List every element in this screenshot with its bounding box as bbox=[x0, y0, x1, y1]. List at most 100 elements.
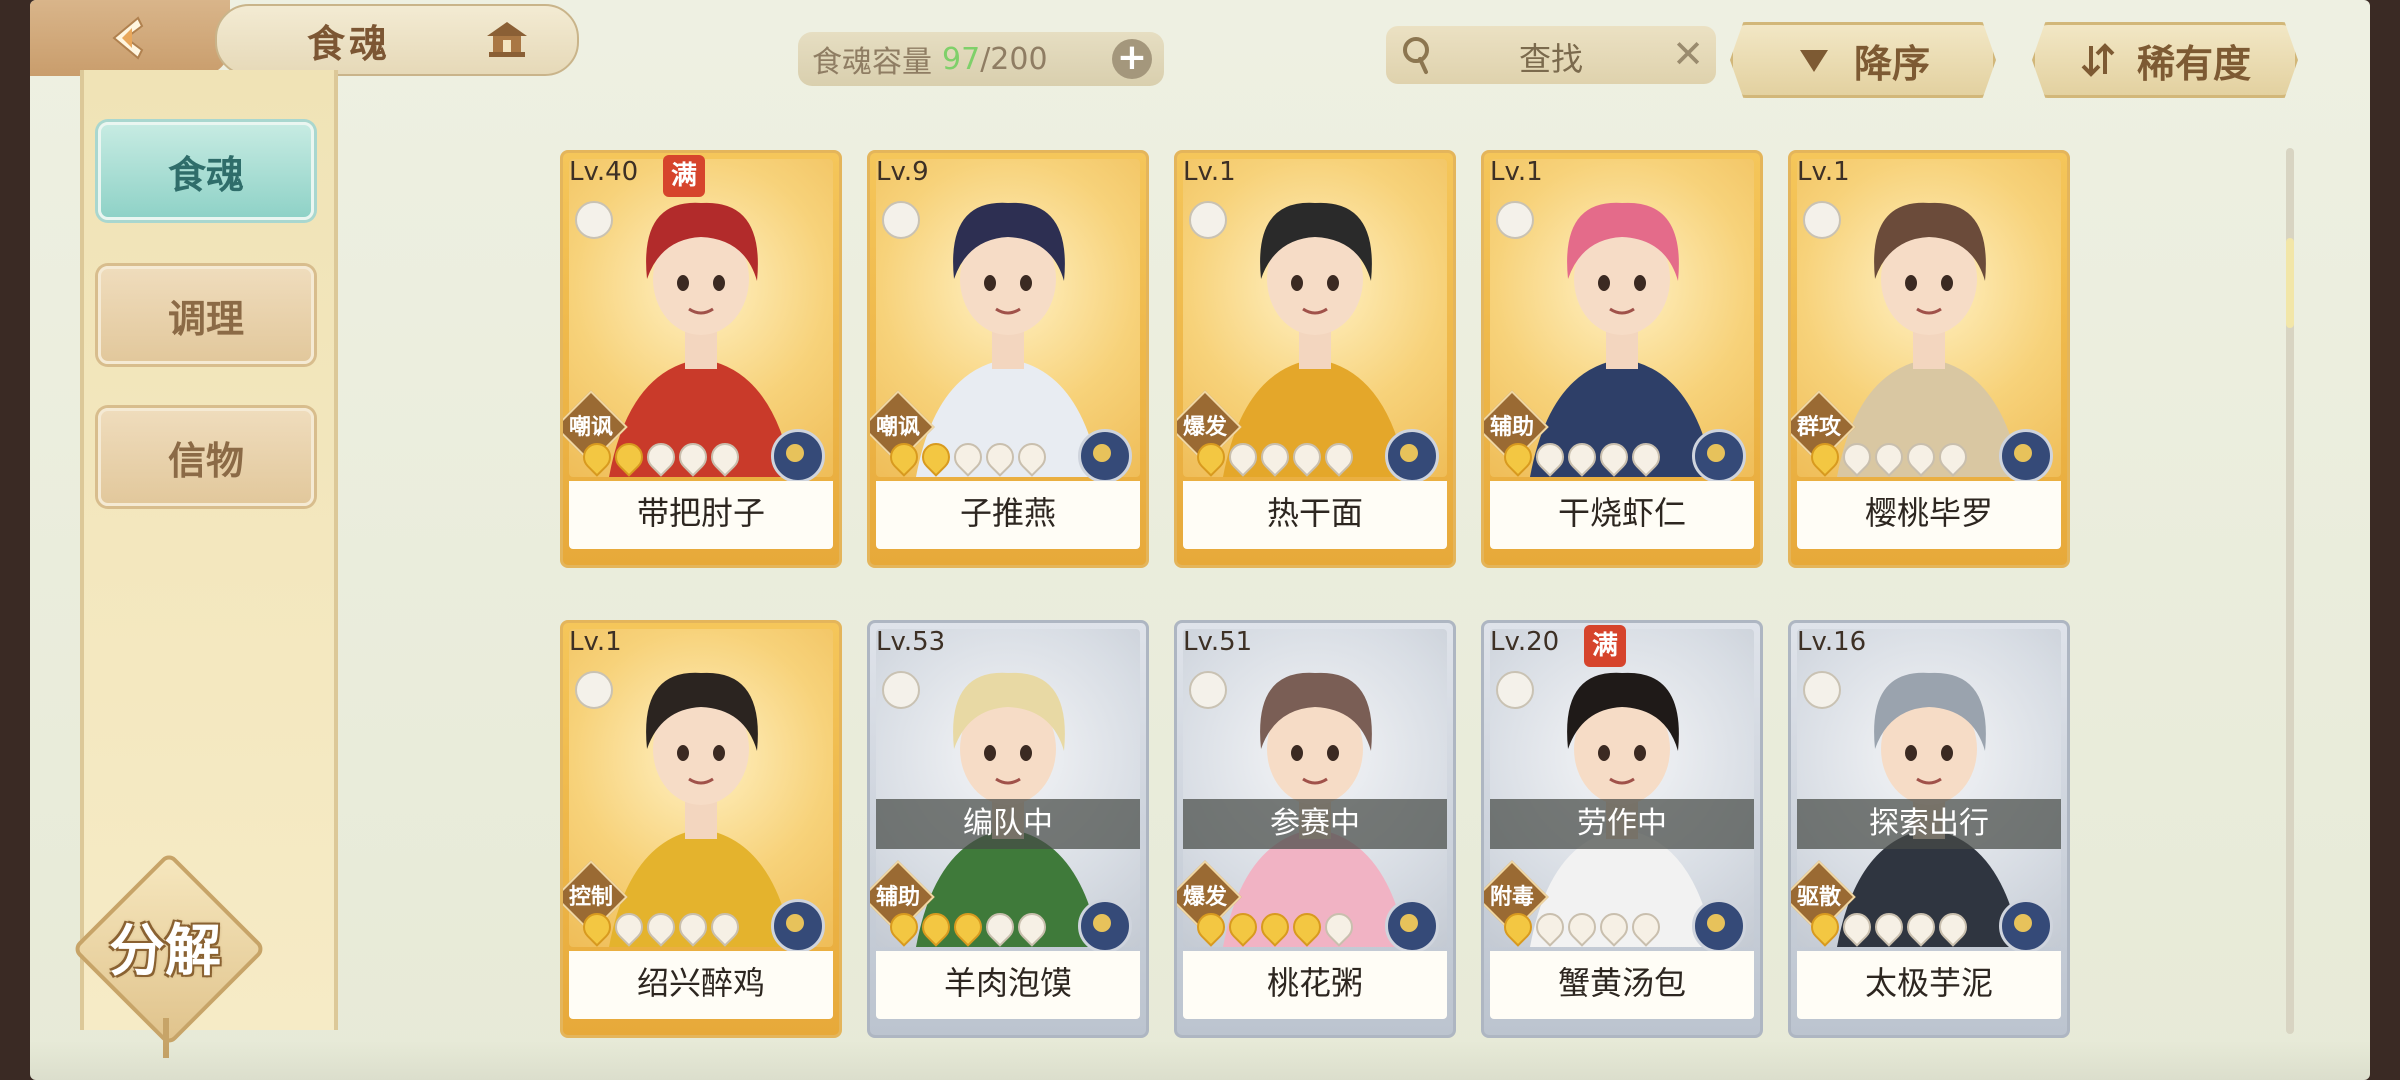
star-icon bbox=[948, 907, 988, 947]
sidebar-tab-tokens[interactable]: 信物 bbox=[98, 408, 314, 506]
star-rating bbox=[1805, 437, 1973, 477]
status-banner: 探索出行 bbox=[1797, 799, 2061, 849]
level-label: Lv.53 bbox=[876, 627, 946, 657]
food-soul-card[interactable]: Lv.1 群攻 樱桃毕罗 bbox=[1788, 150, 2070, 568]
capacity-panel: 食魂容量 97 /200 + bbox=[798, 32, 1164, 86]
star-icon bbox=[1255, 437, 1295, 477]
star-icon bbox=[1837, 907, 1877, 947]
role-label: 爆发 bbox=[1182, 415, 1227, 440]
food-soul-card[interactable]: Lv.20 满劳作中 附毒 蟹黄汤包 bbox=[1481, 620, 1763, 1038]
star-rating bbox=[884, 907, 1052, 947]
star-icon bbox=[705, 907, 745, 947]
star-icon bbox=[980, 907, 1020, 947]
star-icon bbox=[916, 907, 956, 947]
level-label: Lv.40 bbox=[569, 157, 639, 187]
plus-icon: + bbox=[1116, 37, 1148, 78]
star-rating bbox=[1805, 907, 1973, 947]
clear-search-icon[interactable]: ✕ bbox=[1672, 32, 1704, 76]
sidebar-tab-cooking[interactable]: 调理 bbox=[98, 266, 314, 364]
star-icon bbox=[641, 437, 681, 477]
title-tab: 食魂 bbox=[215, 4, 579, 76]
food-soul-card[interactable]: Lv.53 编队中 辅助 羊肉泡馍 bbox=[867, 620, 1149, 1038]
element-emblem-icon bbox=[1999, 899, 2053, 953]
decompose-label[interactable]: 分解 bbox=[80, 906, 250, 987]
sort-order-button[interactable]: 降序 bbox=[1730, 22, 1996, 98]
search-bar[interactable]: 查找 ✕ bbox=[1386, 26, 1716, 84]
character-name: 蟹黄汤包 bbox=[1490, 951, 1754, 1019]
sort-order-label: 降序 bbox=[1853, 41, 1930, 86]
element-emblem-icon bbox=[1692, 899, 1746, 953]
element-emblem-icon bbox=[1692, 429, 1746, 483]
level-label: Lv.1 bbox=[1797, 157, 1850, 187]
star-icon bbox=[1319, 907, 1359, 947]
sidebar-tab-food-souls[interactable]: 食魂 bbox=[98, 122, 314, 220]
food-soul-card[interactable]: Lv.40 满嘲讽 带把肘子 bbox=[560, 150, 842, 568]
element-emblem-icon bbox=[771, 899, 825, 953]
swap-arrows-icon bbox=[2081, 43, 2115, 77]
bowl-icon bbox=[1496, 201, 1534, 239]
back-button[interactable] bbox=[30, 0, 230, 76]
food-soul-card[interactable]: Lv.16 探索出行 驱散 太极芋泥 bbox=[1788, 620, 2070, 1038]
role-label: 辅助 bbox=[1489, 415, 1534, 440]
bowl-icon bbox=[1189, 201, 1227, 239]
star-icon bbox=[1869, 437, 1909, 477]
food-soul-card[interactable]: Lv.1 爆发热干面 bbox=[1174, 150, 1456, 568]
element-emblem-icon bbox=[1385, 899, 1439, 953]
character-name: 绍兴醉鸡 bbox=[569, 951, 833, 1019]
search-input[interactable]: 查找 bbox=[1386, 34, 1716, 80]
star-icon bbox=[1319, 437, 1359, 477]
star-icon bbox=[705, 437, 745, 477]
element-emblem-icon bbox=[771, 429, 825, 483]
max-level-badge: 满 bbox=[1584, 625, 1626, 667]
star-icon bbox=[1530, 907, 1570, 947]
left-sidebar: 食魂 调理 信物 bbox=[80, 70, 338, 1030]
bowl-icon bbox=[1803, 671, 1841, 709]
star-icon bbox=[1805, 907, 1845, 947]
pavilion-icon[interactable] bbox=[483, 18, 531, 60]
star-icon bbox=[1191, 437, 1231, 477]
food-soul-card[interactable]: Lv.51 参赛中 爆发 桃花粥 bbox=[1174, 620, 1456, 1038]
food-soul-card[interactable]: Lv.1 辅助 干烧虾仁 bbox=[1481, 150, 1763, 568]
star-rating bbox=[577, 437, 745, 477]
game-screen: 食魂 食魂容量 97 /200 + 查找 ✕ 降序 稀有度 食魂 调理 信物 分… bbox=[30, 0, 2370, 1080]
star-icon bbox=[1933, 907, 1973, 947]
scrollbar[interactable] bbox=[2286, 148, 2294, 1034]
sidebar-tab-label: 信物 bbox=[167, 438, 244, 483]
scrollbar-thumb[interactable] bbox=[2286, 238, 2294, 328]
role-label: 辅助 bbox=[875, 885, 920, 910]
star-icon bbox=[916, 437, 956, 477]
level-label: Lv.51 bbox=[1183, 627, 1253, 657]
star-icon bbox=[1626, 907, 1666, 947]
food-soul-card[interactable]: Lv.1 控制 绍兴醉鸡 bbox=[560, 620, 842, 1038]
bowl-icon bbox=[575, 201, 613, 239]
level-label: Lv.1 bbox=[1183, 157, 1236, 187]
page-title: 食魂 bbox=[307, 21, 392, 66]
star-icon bbox=[1869, 907, 1909, 947]
element-emblem-icon bbox=[1078, 899, 1132, 953]
bowl-icon bbox=[1189, 671, 1227, 709]
bowl-icon bbox=[882, 671, 920, 709]
max-level-badge: 满 bbox=[663, 155, 705, 197]
element-emblem-icon bbox=[1999, 429, 2053, 483]
level-label: Lv.20 bbox=[1490, 627, 1560, 657]
star-icon bbox=[1255, 907, 1295, 947]
star-icon bbox=[609, 907, 649, 947]
sidebar-tab-label: 食魂 bbox=[167, 152, 244, 197]
character-name: 热干面 bbox=[1183, 481, 1447, 549]
bowl-icon bbox=[1496, 671, 1534, 709]
add-capacity-button[interactable]: + bbox=[1112, 39, 1152, 79]
star-rating bbox=[1498, 437, 1666, 477]
bowl-icon bbox=[575, 671, 613, 709]
capacity-label: 食魂容量 bbox=[812, 45, 932, 80]
character-name: 桃花粥 bbox=[1183, 951, 1447, 1019]
rarity-sort-label: 稀有度 bbox=[2136, 41, 2251, 86]
star-rating bbox=[1191, 437, 1359, 477]
star-icon bbox=[673, 907, 713, 947]
character-name: 太极芋泥 bbox=[1797, 951, 2061, 1019]
role-label: 嘲讽 bbox=[568, 415, 613, 440]
star-rating bbox=[577, 907, 745, 947]
element-emblem-icon bbox=[1385, 429, 1439, 483]
star-rating bbox=[884, 437, 1052, 477]
food-soul-card[interactable]: Lv.9 嘲讽 子推燕 bbox=[867, 150, 1149, 568]
rarity-sort-button[interactable]: 稀有度 bbox=[2032, 22, 2298, 98]
